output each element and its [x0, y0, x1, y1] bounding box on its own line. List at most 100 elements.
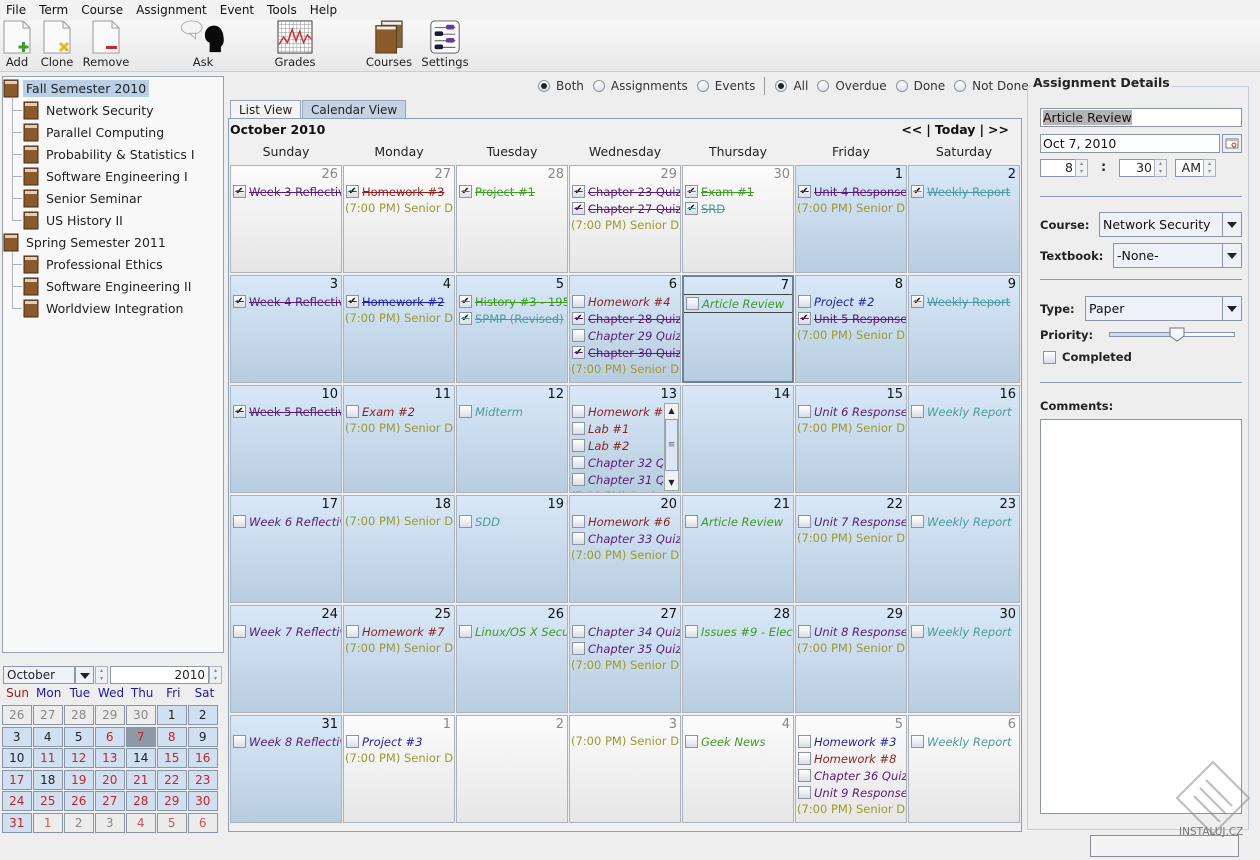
calendar-day-cell[interactable]: 6 Homework #4 ✔ Chapter 28 Quiz Chapter 29 Q… [569, 275, 681, 383]
tree-term[interactable]: Spring Semester 2011 [3, 232, 169, 252]
assignment-name-input[interactable]: Article Review [1040, 108, 1242, 127]
assignment-checkbox[interactable]: ✔ [346, 295, 359, 308]
assignment-checkbox[interactable] [572, 439, 585, 452]
assignment-checkbox[interactable] [572, 515, 585, 528]
assignment-item[interactable]: Homework #8 [798, 750, 906, 767]
assignment-item[interactable]: ✔ Weekly Report [911, 293, 1019, 310]
mini-calendar-day[interactable]: 8 [157, 726, 187, 747]
tab-calendar-view[interactable]: Calendar View [302, 100, 407, 119]
month-dropdown-button[interactable] [75, 666, 94, 684]
event-item[interactable]: (7:00 PM) Senior D [797, 801, 906, 818]
menu-help[interactable]: Help [304, 3, 344, 17]
mini-calendar-day[interactable]: 20 [95, 769, 125, 790]
calendar-day-cell[interactable]: 27 Chapter 34 Quiz Chapter 35 Quiz (7:00 PM… [569, 605, 681, 713]
calendar-day-cell[interactable]: 18 (7:00 PM) Senior D [343, 495, 455, 603]
ask-button[interactable]: Ask [178, 20, 228, 72]
event-item[interactable]: (7:00 PM) Senior D [345, 640, 454, 657]
assignment-item[interactable]: ✔ Unit 5 Response [798, 310, 906, 327]
assignment-item[interactable]: Unit 6 Response [798, 403, 906, 420]
menu-tools[interactable]: Tools [261, 3, 304, 17]
mini-calendar-day[interactable]: 28 [126, 791, 156, 811]
calendar-day-cell[interactable]: 17Week 6 Reflective [230, 495, 342, 603]
assignment-item[interactable]: Homework #4 [572, 293, 680, 310]
tree-course[interactable]: Network Security [23, 100, 157, 120]
assignment-item[interactable]: Chapter 31 Quiz [572, 471, 663, 488]
event-item[interactable]: (7:00 PM) Senior D [571, 488, 663, 492]
calendar-day-cell[interactable]: 2 [456, 715, 568, 823]
assignment-item[interactable]: ✔ Chapter 27 Quiz [572, 200, 680, 217]
assignment-checkbox[interactable] [798, 405, 811, 418]
filter-assignments-radio[interactable]: Assignments [592, 79, 688, 93]
assignment-checkbox[interactable] [459, 515, 472, 528]
calendar-day-cell[interactable]: 29 ✔ Chapter 23 Quiz ✔ Chapter 27 Quiz (7:00 … [569, 165, 681, 273]
mini-calendar-day[interactable]: 28 [64, 705, 94, 725]
mini-calendar-day[interactable]: 5 [64, 726, 94, 747]
assignment-item[interactable]: ✔ History #3 - 195 [459, 293, 567, 310]
month-spinner[interactable]: ▴ ▾ [95, 666, 108, 684]
event-item[interactable]: (7:00 PM) Senior D [345, 513, 454, 530]
calendar-day-cell[interactable]: 29 Unit 8 Response (7:00 PM) Senior D [795, 605, 907, 713]
assignment-item[interactable]: ✔ Project #1 [459, 183, 567, 200]
mini-calendar-day[interactable]: 15 [157, 748, 187, 768]
mini-calendar-day[interactable]: 30 [188, 791, 218, 811]
assignment-checkbox[interactable] [459, 405, 472, 418]
assignment-item[interactable]: ✔ SPMP (Revised) [459, 310, 567, 327]
assignment-item[interactable]: Homework #5 [572, 403, 663, 420]
assignment-checkbox[interactable] [346, 625, 359, 638]
assignment-item[interactable]: ✔ SRD [685, 200, 793, 217]
calendar-day-cell[interactable]: 6 Weekly Report [908, 715, 1020, 823]
mini-calendar-day[interactable]: 27 [33, 705, 63, 725]
assignment-checkbox[interactable] [911, 625, 924, 638]
assignment-item[interactable]: Article Review [684, 294, 792, 313]
filter-all-radio[interactable]: All [775, 79, 808, 93]
mini-calendar-day[interactable]: 4 [33, 726, 63, 747]
mini-calendar-day[interactable]: 30 [126, 705, 156, 725]
assignment-checkbox[interactable] [572, 473, 585, 486]
event-item[interactable]: (7:00 PM) Senior D [797, 420, 906, 437]
textbook-select[interactable]: -None- [1113, 243, 1242, 268]
assignment-checkbox[interactable] [685, 515, 698, 528]
event-item[interactable]: (7:00 PM) Senior D [571, 733, 680, 750]
assignment-item[interactable]: Chapter 35 Quiz [572, 640, 680, 657]
calendar-day-cell[interactable]: 5 Homework #3 Homework #8 Chapter 36 Quiz Un… [795, 715, 907, 823]
assignment-item[interactable]: Homework #3 [798, 733, 906, 750]
assignment-checkbox[interactable] [798, 515, 811, 528]
calendar-day-cell[interactable]: 14 [682, 385, 794, 493]
month-select[interactable]: October [3, 666, 75, 684]
assignment-checkbox[interactable] [572, 456, 585, 469]
scroll-up-icon[interactable]: ▲ [665, 404, 678, 418]
mini-calendar-day[interactable]: 21 [126, 769, 156, 790]
ampm-field[interactable]: AM [1175, 159, 1204, 177]
mini-calendar-day[interactable]: 23 [188, 769, 218, 790]
filter-not-done-radio[interactable]: Not Done [954, 79, 1029, 93]
mini-calendar-day[interactable]: 1 [157, 705, 187, 725]
assignment-checkbox[interactable]: ✔ [346, 185, 359, 198]
mini-calendar-day[interactable]: 6 [95, 726, 125, 747]
mini-calendar-day[interactable]: 7 [126, 726, 156, 747]
calendar-day-cell[interactable]: 25 Homework #7 (7:00 PM) Senior D [343, 605, 455, 713]
assignment-checkbox[interactable] [572, 422, 585, 435]
mini-calendar-day[interactable]: 18 [33, 769, 63, 790]
calendar-day-cell[interactable]: 7 Article Review [682, 275, 794, 383]
assignment-item[interactable]: Midterm [459, 403, 567, 420]
calendar-day-cell[interactable]: 26Linux/OS X Security [456, 605, 568, 713]
assignment-item[interactable]: Weekly Report [911, 403, 1019, 420]
mini-calendar-day[interactable]: 26 [64, 791, 94, 811]
calendar-day-cell[interactable]: 10✔Week 5 Reflective [230, 385, 342, 493]
filter-overdue-radio[interactable]: Overdue [817, 79, 887, 93]
assignment-checkbox[interactable]: ✔ [572, 346, 585, 359]
assignment-item[interactable]: Chapter 34 Quiz [572, 623, 680, 640]
assignment-item[interactable]: ✔Week 3 Reflective [233, 183, 341, 200]
calendar-day-cell[interactable]: 9 ✔ Weekly Report [908, 275, 1020, 383]
event-item[interactable]: (7:00 PM) Senior D [797, 640, 906, 657]
assignment-item[interactable]: ✔ Homework #3 [346, 183, 454, 200]
assignment-checkbox[interactable] [346, 735, 359, 748]
calendar-day-cell[interactable]: 30 ✔ Exam #1 ✔ SRD [682, 165, 794, 273]
tree-term[interactable]: Fall Semester 2010 [3, 78, 150, 98]
mini-calendar-day[interactable]: 26 [2, 705, 32, 725]
assignment-item[interactable]: Unit 9 Response [798, 784, 906, 801]
assignment-checkbox[interactable] [911, 735, 924, 748]
assignment-item[interactable]: Project #3 [346, 733, 454, 750]
assignment-checkbox[interactable] [572, 642, 585, 655]
assignment-item[interactable]: Weekly Report [911, 733, 1019, 750]
